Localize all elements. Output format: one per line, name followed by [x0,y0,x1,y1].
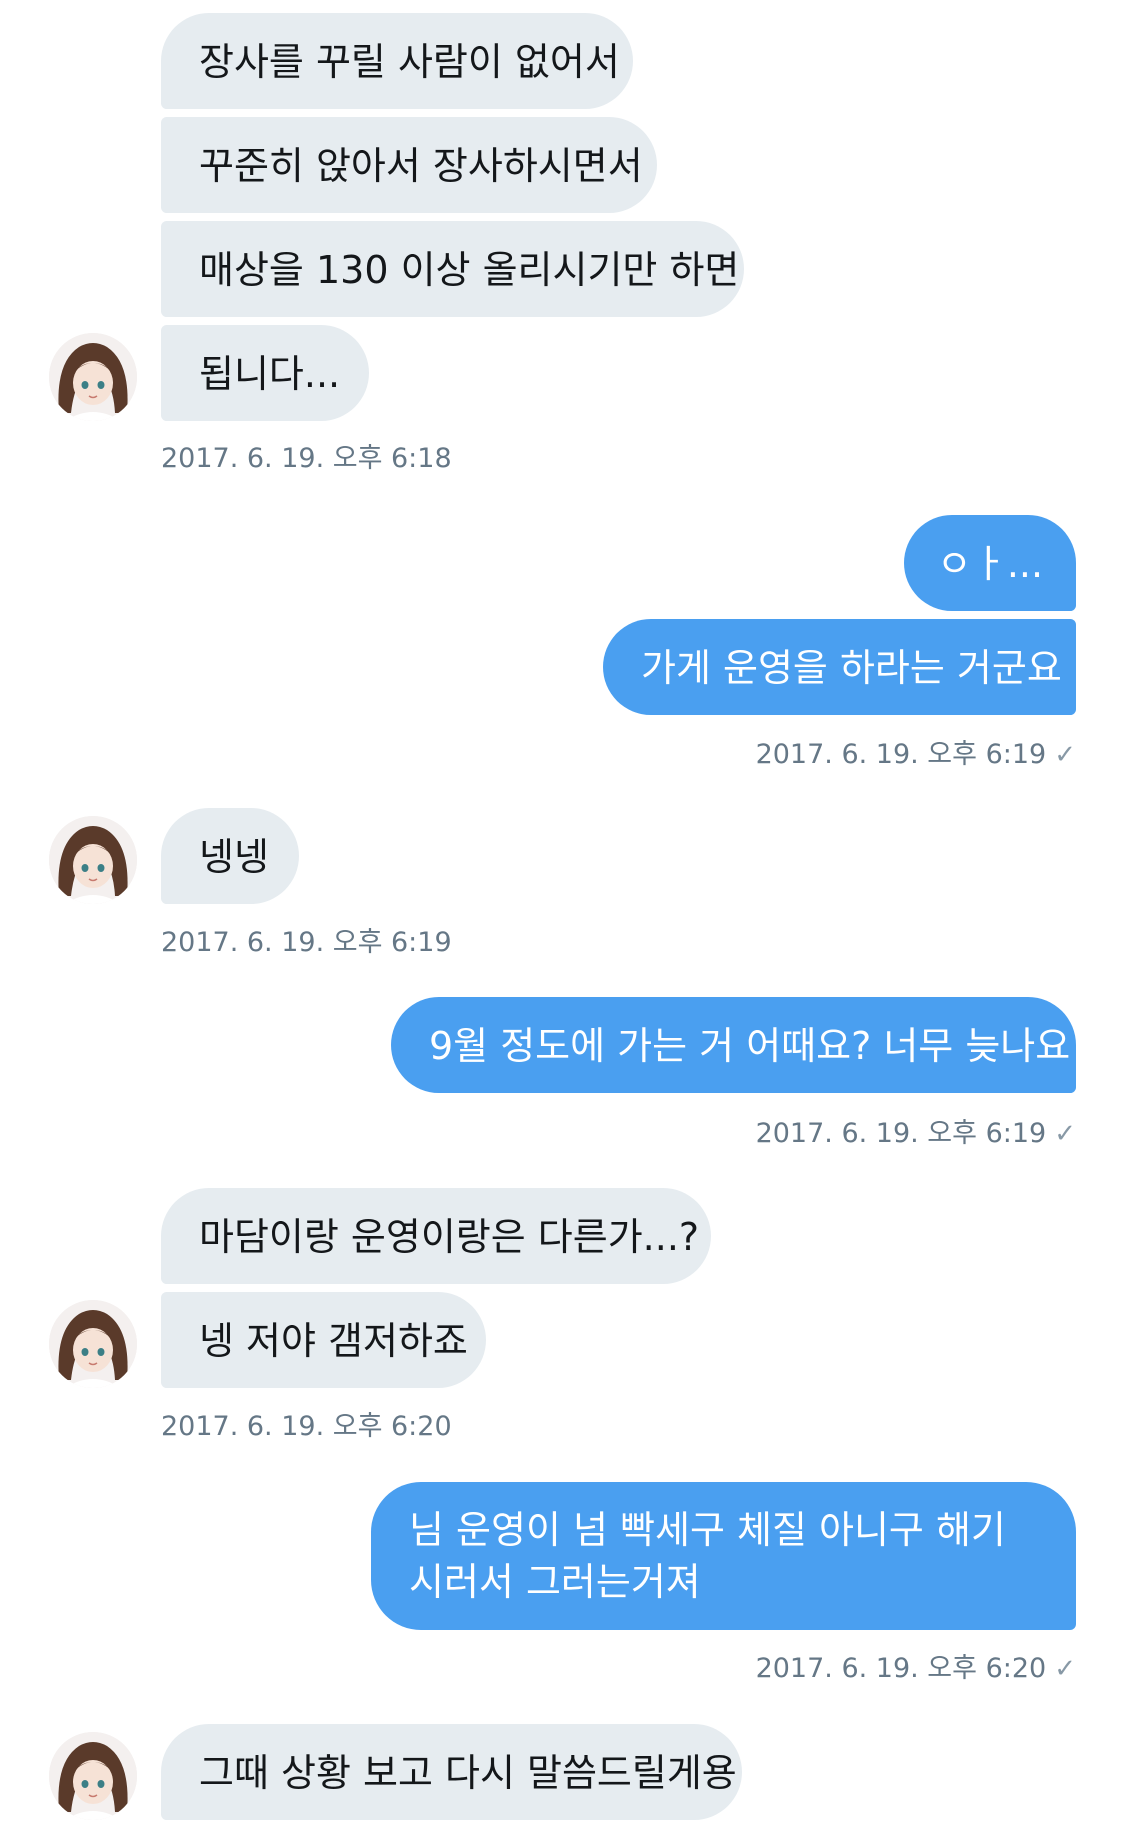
incoming-message[interactable]: 마담이랑 운영이랑은 다른가...? [161,1188,711,1284]
outgoing-message[interactable]: 9월 정도에 가는 거 어때요? 너무 늦나요 [391,997,1076,1093]
message-text: ㅇㅏ... [936,542,1044,586]
incoming-message[interactable]: 됩니다... [161,325,369,421]
checkmark-icon: ✓ [1054,740,1076,770]
message-timestamp: 2017. 6. 19. 오후 6:20 [161,1411,452,1442]
message-text: 그때 상황 보고 다시 말씀드릴게용 [199,1751,737,1795]
avatar-icon[interactable] [49,333,137,421]
message-timestamp-row: 2017. 6. 19. 오후 6:19 ✓ [756,732,1076,771]
incoming-message[interactable]: 매상을 130 이상 올리시기만 하면 [161,221,744,317]
message-timestamp: 2017. 6. 19. 오후 6:18 [161,443,452,474]
avatar-icon[interactable] [49,1732,137,1820]
message-timestamp: 2017. 6. 19. 오후 6:19 [755,739,1047,770]
message-text: 꾸준히 앉아서 장사하시면서 [199,144,643,188]
incoming-message[interactable]: 넹넹 [161,808,299,904]
message-timestamp-row: 2017. 6. 19. 오후 6:20 ✓ [756,1646,1076,1685]
message-text: 9월 정도에 가는 거 어때요? 너무 늦나요 [429,1024,1071,1068]
message-text: 넹넹 [199,835,269,879]
outgoing-message[interactable]: 님 운영이 넘 빡세구 체질 아니구 해기시러서 그러는거져 [371,1482,1076,1630]
message-text: 님 운영이 넘 빡세구 체질 아니구 해기시러서 그러는거져 [409,1508,1006,1604]
message-text: 넹 저야 갬저하죠 [199,1319,468,1363]
message-timestamp-row: 2017. 6. 19. 오후 6:19 ✓ [756,1111,1076,1150]
outgoing-message[interactable]: 가게 운영을 하라는 거군요 [603,619,1076,715]
message-timestamp: 2017. 6. 19. 오후 6:20 [755,1653,1047,1684]
avatar-icon[interactable] [49,816,137,904]
message-text: 마담이랑 운영이랑은 다른가...? [199,1215,700,1259]
checkmark-icon: ✓ [1054,1654,1076,1684]
incoming-message[interactable]: 꾸준히 앉아서 장사하시면서 [161,117,657,213]
message-timestamp: 2017. 6. 19. 오후 6:19 [161,927,452,958]
avatar-icon[interactable] [49,1300,137,1388]
incoming-message[interactable]: 그때 상황 보고 다시 말씀드릴게용 [161,1724,742,1820]
message-text: 가게 운영을 하라는 거군요 [641,646,1062,690]
outgoing-message[interactable]: ㅇㅏ... [904,515,1076,611]
message-text: 매상을 130 이상 올리시기만 하면 [199,248,740,292]
checkmark-icon: ✓ [1054,1119,1076,1149]
incoming-message[interactable]: 넹 저야 갬저하죠 [161,1292,486,1388]
message-text: 됩니다... [199,352,341,396]
message-text: 장사를 꾸릴 사람이 없어서 [199,40,620,84]
message-timestamp: 2017. 6. 19. 오후 6:19 [755,1118,1047,1149]
incoming-message[interactable]: 장사를 꾸릴 사람이 없어서 [161,13,633,109]
